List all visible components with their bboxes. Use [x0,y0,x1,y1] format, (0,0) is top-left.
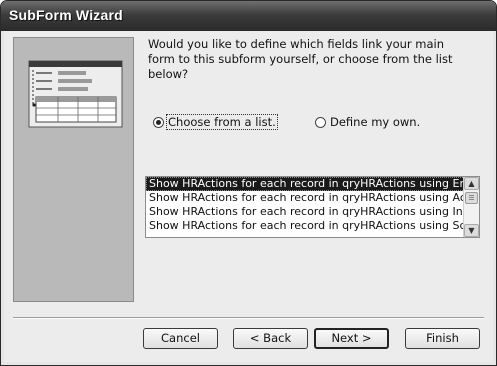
list-item[interactable]: Show HRActions for each record in qryHRA… [146,219,465,233]
radio-unselected-icon [315,116,326,128]
form-illustration-icon [28,60,123,128]
wizard-client-area: Would you like to define which fields li… [4,31,493,362]
list-item[interactable]: Show HRActions for each record in qryHRA… [146,177,465,191]
scroll-thumb[interactable] [465,192,478,204]
relationship-listbox[interactable]: Show HRActions for each record in qryHRA… [145,176,480,238]
window-title: SubForm Wizard [9,7,123,23]
next-button[interactable]: Next > [314,328,389,349]
scroll-up-icon[interactable]: ▲ [464,177,479,190]
define-my-own-label: Define my own. [330,115,421,129]
define-my-own-radio[interactable]: Define my own. [315,115,421,129]
wizard-question: Would you like to define which fields li… [148,37,453,81]
list-item[interactable]: Show HRActions for each record in qryHRA… [146,191,465,205]
title-bar[interactable]: SubForm Wizard [1,1,496,31]
wizard-side-panel [13,37,134,302]
cancel-button[interactable]: Cancel [143,328,218,349]
button-divider [13,317,484,319]
list-item[interactable]: Show HRActions for each record in qryHRA… [146,205,465,219]
choose-from-list-label: Choose from a list. [166,114,278,130]
listbox-rows: Show HRActions for each record in qryHRA… [146,177,465,233]
subform-wizard-window: SubForm Wizard Would you like to define … [0,0,497,366]
radio-selected-icon [153,116,164,128]
scroll-down-icon[interactable]: ▼ [464,224,479,237]
choose-from-list-radio[interactable]: Choose from a list. [153,114,278,130]
listbox-vertical-scrollbar[interactable]: ▲ ▼ [463,177,479,237]
finish-button[interactable]: Finish [405,328,480,349]
back-button[interactable]: < Back [233,328,308,349]
